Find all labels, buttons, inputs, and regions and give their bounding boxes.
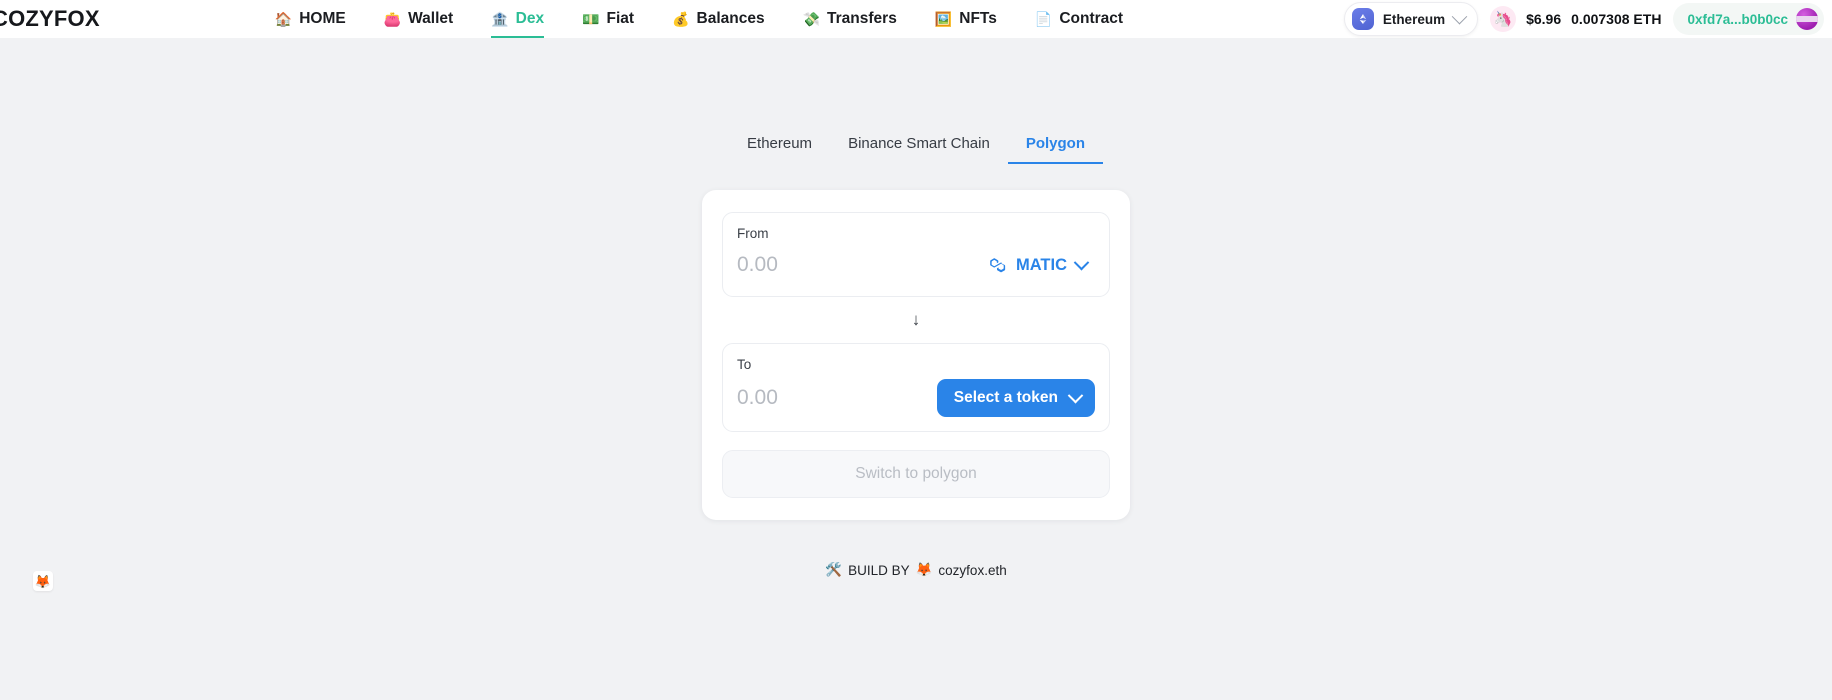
nav-item-home[interactable]: 🏠 HOME xyxy=(275,0,346,38)
hammer-wrench-icon: 🛠️ xyxy=(825,562,843,577)
nav-label-fiat: Fiat xyxy=(606,10,635,27)
purse-icon: 👛 xyxy=(383,11,402,27)
switch-network-button[interactable]: Switch to polygon xyxy=(722,450,1110,498)
primary-navigation: 🏠 HOME 👛 Wallet 🏦 Dex 💵 Fiat 💰 Balances … xyxy=(275,0,1123,38)
tab-ethereum[interactable]: Ethereum xyxy=(729,135,830,164)
money-wings-icon: 💸 xyxy=(802,11,821,27)
nav-item-transfers[interactable]: 💸 Transfers xyxy=(803,0,897,38)
nav-item-nfts[interactable]: 🖼️ NFTs xyxy=(935,0,997,38)
tab-polygon[interactable]: Polygon xyxy=(1007,135,1104,164)
balance-display: 🦄 $6.96 0.007308 ETH xyxy=(1490,6,1661,32)
app-header: COZYFOX 🏠 HOME 👛 Wallet 🏦 Dex 💵 Fiat 💰 B… xyxy=(0,0,1832,38)
banknote-icon: 💵 xyxy=(582,11,600,27)
chevron-down-icon xyxy=(1073,254,1090,270)
unicorn-icon: 🦄 xyxy=(1490,6,1517,32)
swap-to-field: To Select a token xyxy=(722,343,1110,432)
balance-usd: $6.96 xyxy=(1526,11,1562,27)
matic-icon xyxy=(988,256,1007,275)
from-token-selector[interactable]: MATIC xyxy=(980,250,1095,281)
from-row: MATIC xyxy=(737,248,1095,282)
footer-credit: 🛠️ BUILD BY 🦊 cozyfox.eth xyxy=(825,562,1006,578)
house-icon: 🏠 xyxy=(274,11,293,27)
chain-selector-label: Ethereum xyxy=(1382,11,1446,27)
chain-tab-bar: Ethereum Binance Smart Chain Polygon xyxy=(729,135,1104,164)
select-token-label: Select a token xyxy=(953,389,1058,406)
nav-label-nfts: NFTs xyxy=(959,10,997,27)
account-address-text: 0xfd7a...b0b0cc xyxy=(1687,11,1788,27)
from-amount-input[interactable] xyxy=(737,253,887,277)
chevron-down-icon xyxy=(1067,387,1084,403)
swap-direction-arrow[interactable]: ↓ xyxy=(722,297,1110,343)
balance-native: 0.007308 ETH xyxy=(1571,11,1662,27)
wallet-avatar xyxy=(1796,8,1818,30)
nav-label-transfers: Transfers xyxy=(827,10,897,27)
chain-selector[interactable]: Ethereum xyxy=(1343,2,1479,36)
ethereum-icon xyxy=(1351,8,1374,30)
from-label: From xyxy=(737,226,769,241)
from-token-label: MATIC xyxy=(1015,255,1067,274)
footer-author[interactable]: cozyfox.eth xyxy=(938,563,1006,578)
chevron-down-icon xyxy=(1451,8,1468,24)
moneybag-icon: 💰 xyxy=(672,11,690,27)
nav-item-contract[interactable]: 📄 Contract xyxy=(1035,0,1123,38)
nav-label-contract: Contract xyxy=(1059,10,1124,27)
nav-label-balances: Balances xyxy=(696,10,765,27)
nav-item-dex[interactable]: 🏦 Dex xyxy=(491,0,544,38)
fox-icon: 🦊 xyxy=(915,562,933,577)
nav-item-fiat[interactable]: 💵 Fiat xyxy=(582,0,634,38)
framed-picture-icon: 🖼️ xyxy=(934,11,953,27)
nav-label-wallet: Wallet xyxy=(408,10,454,27)
to-label: To xyxy=(737,357,752,372)
footer-build-text: BUILD BY xyxy=(848,562,910,578)
fox-widget-icon[interactable]: 🦊 xyxy=(33,571,53,591)
bank-icon: 🏦 xyxy=(491,11,509,27)
nav-label-dex: Dex xyxy=(515,10,545,27)
swap-card: From MATIC ↓ To Se xyxy=(702,190,1130,520)
account-address-badge[interactable]: 0xfd7a...b0b0cc xyxy=(1673,3,1824,35)
nav-item-wallet[interactable]: 👛 Wallet xyxy=(384,0,454,38)
select-token-button[interactable]: Select a token xyxy=(936,379,1095,417)
tab-binance-smart-chain[interactable]: Binance Smart Chain xyxy=(830,135,1008,164)
to-row: Select a token xyxy=(737,379,1095,417)
swap-from-field: From MATIC xyxy=(722,212,1110,297)
main-content: Ethereum Binance Smart Chain Polygon Fro… xyxy=(0,38,1832,578)
nav-item-balances[interactable]: 💰 Balances xyxy=(672,0,765,38)
app-logo[interactable]: COZYFOX xyxy=(0,6,100,32)
document-icon: 📄 xyxy=(1034,11,1053,27)
nav-label-home: HOME xyxy=(299,10,346,27)
to-amount-input[interactable] xyxy=(737,386,887,410)
header-right-cluster: Ethereum 🦄 $6.96 0.007308 ETH 0xfd7a...b… xyxy=(1343,0,1824,38)
